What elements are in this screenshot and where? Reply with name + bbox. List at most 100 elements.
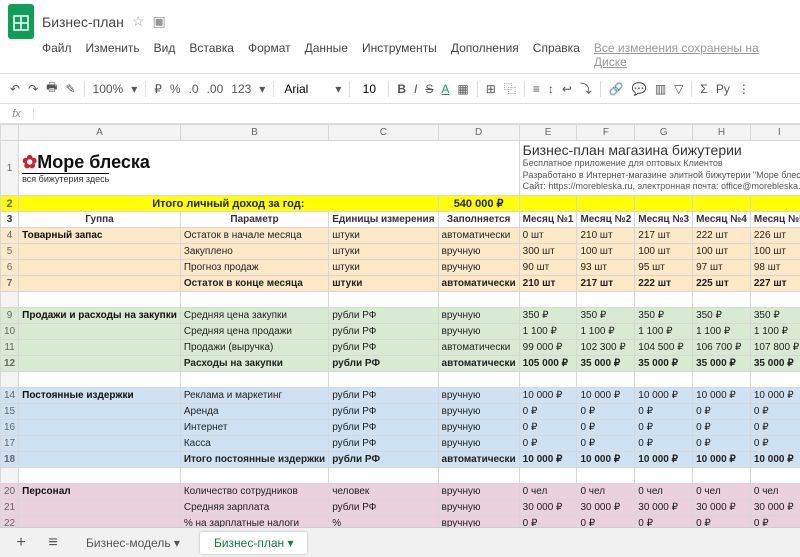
- cell[interactable]: [329, 372, 438, 388]
- cell[interactable]: рубли РФ: [329, 308, 438, 324]
- row-header[interactable]: 14: [1, 388, 19, 404]
- menu-edit[interactable]: Изменить: [86, 41, 140, 69]
- col-header[interactable]: I: [750, 125, 800, 141]
- cell[interactable]: 0 ₽: [693, 436, 751, 452]
- row-header[interactable]: [1, 372, 19, 388]
- cell[interactable]: [329, 292, 438, 308]
- cell[interactable]: [19, 292, 181, 308]
- cell[interactable]: автоматически: [438, 228, 519, 244]
- menu-addons[interactable]: Дополнения: [451, 41, 519, 69]
- cell[interactable]: 0 ₽: [577, 420, 635, 436]
- cell[interactable]: 105 000 ₽: [519, 356, 577, 372]
- cell[interactable]: 0 ₽: [635, 436, 693, 452]
- cell[interactable]: 1 100 ₽: [577, 324, 635, 340]
- add-sheet-button[interactable]: +: [8, 534, 34, 552]
- cell[interactable]: 1 100 ₽: [519, 324, 577, 340]
- cell[interactable]: вручную: [438, 260, 519, 276]
- menu-help[interactable]: Справка: [533, 41, 580, 69]
- cell[interactable]: [19, 276, 181, 292]
- menu-file[interactable]: Файл: [42, 41, 72, 69]
- cell[interactable]: [19, 420, 181, 436]
- menu-insert[interactable]: Вставка: [189, 41, 234, 69]
- cell[interactable]: 0 ₽: [519, 404, 577, 420]
- cell[interactable]: [19, 324, 181, 340]
- link-icon[interactable]: 🔗: [609, 82, 624, 96]
- menu-format[interactable]: Формат: [248, 41, 291, 69]
- row-header[interactable]: [1, 292, 19, 308]
- cell[interactable]: 0 ₽: [635, 404, 693, 420]
- cell[interactable]: [19, 340, 181, 356]
- cell[interactable]: Средняя зарплата: [180, 500, 328, 516]
- cell[interactable]: 98 шт: [750, 260, 800, 276]
- cell[interactable]: рубли РФ: [329, 420, 438, 436]
- cell[interactable]: [519, 292, 577, 308]
- cell[interactable]: 104 500 ₽: [635, 340, 693, 356]
- cell[interactable]: 1 100 ₽: [750, 324, 800, 340]
- cell[interactable]: рубли РФ: [329, 324, 438, 340]
- cell[interactable]: 0 чел: [693, 484, 751, 500]
- cell[interactable]: Остаток в начале месяца: [180, 228, 328, 244]
- cell[interactable]: 0 ₽: [519, 436, 577, 452]
- star-icon[interactable]: ☆: [132, 13, 145, 30]
- redo-icon[interactable]: ↷: [28, 82, 38, 96]
- cell[interactable]: [19, 500, 181, 516]
- cell[interactable]: рубли РФ: [329, 436, 438, 452]
- cell[interactable]: Интернет: [180, 420, 328, 436]
- cell[interactable]: Единицы измерения: [329, 212, 438, 228]
- cell[interactable]: 30 000 ₽: [693, 500, 751, 516]
- cell[interactable]: 10 000 ₽: [519, 388, 577, 404]
- cell[interactable]: 30 000 ₽: [519, 500, 577, 516]
- cell[interactable]: вручную: [438, 436, 519, 452]
- cell[interactable]: Гуппа: [19, 212, 181, 228]
- chart-icon[interactable]: ▥: [655, 82, 666, 96]
- currency-icon[interactable]: ₽: [154, 82, 162, 96]
- cell[interactable]: человек: [329, 484, 438, 500]
- more-icon[interactable]: ⋮: [738, 82, 750, 96]
- cell[interactable]: Продажи (выручка): [180, 340, 328, 356]
- col-header[interactable]: C: [329, 125, 438, 141]
- font-select[interactable]: [282, 81, 327, 97]
- cell[interactable]: 0 ₽: [750, 436, 800, 452]
- cell[interactable]: [693, 468, 751, 484]
- cell[interactable]: Касса: [180, 436, 328, 452]
- cell[interactable]: 0 ₽: [693, 404, 751, 420]
- cell[interactable]: [19, 244, 181, 260]
- cell[interactable]: штуки: [329, 276, 438, 292]
- col-header[interactable]: A: [19, 125, 181, 141]
- row-header[interactable]: [1, 468, 19, 484]
- cell[interactable]: 0 ₽: [519, 420, 577, 436]
- cell[interactable]: 210 шт: [577, 228, 635, 244]
- cell[interactable]: 106 700 ₽: [693, 340, 751, 356]
- cell[interactable]: [438, 372, 519, 388]
- cell[interactable]: [693, 372, 751, 388]
- cell[interactable]: [519, 372, 577, 388]
- cell[interactable]: 350 ₽: [693, 308, 751, 324]
- cell[interactable]: [693, 292, 751, 308]
- cell[interactable]: рубли РФ: [329, 404, 438, 420]
- cell[interactable]: 1 100 ₽: [635, 324, 693, 340]
- cell[interactable]: [19, 452, 181, 468]
- cell[interactable]: 217 шт: [577, 276, 635, 292]
- cell[interactable]: [180, 468, 328, 484]
- cell[interactable]: 30 000 ₽: [635, 500, 693, 516]
- cell[interactable]: 0 ₽: [693, 420, 751, 436]
- cell[interactable]: 97 шт: [693, 260, 751, 276]
- rotate-icon[interactable]: ⤵: [580, 80, 592, 97]
- cell[interactable]: 35 000 ₽: [693, 356, 751, 372]
- cell[interactable]: 0 ₽: [750, 404, 800, 420]
- cell[interactable]: Персонал: [19, 484, 181, 500]
- cell[interactable]: Месяц №2: [577, 212, 635, 228]
- cell[interactable]: 100 шт: [635, 244, 693, 260]
- cell[interactable]: 10 000 ₽: [635, 452, 693, 468]
- col-header[interactable]: B: [180, 125, 328, 141]
- col-header[interactable]: H: [693, 125, 751, 141]
- cell[interactable]: Реклама и маркетинг: [180, 388, 328, 404]
- cell[interactable]: вручную: [438, 308, 519, 324]
- cell[interactable]: штуки: [329, 260, 438, 276]
- cell[interactable]: автоматически: [438, 276, 519, 292]
- cell[interactable]: Итого постоянные издержки: [180, 452, 328, 468]
- cell[interactable]: автоматически: [438, 356, 519, 372]
- cell[interactable]: 0 чел: [577, 484, 635, 500]
- row-header[interactable]: 20: [1, 484, 19, 500]
- row-header[interactable]: 3: [1, 212, 19, 228]
